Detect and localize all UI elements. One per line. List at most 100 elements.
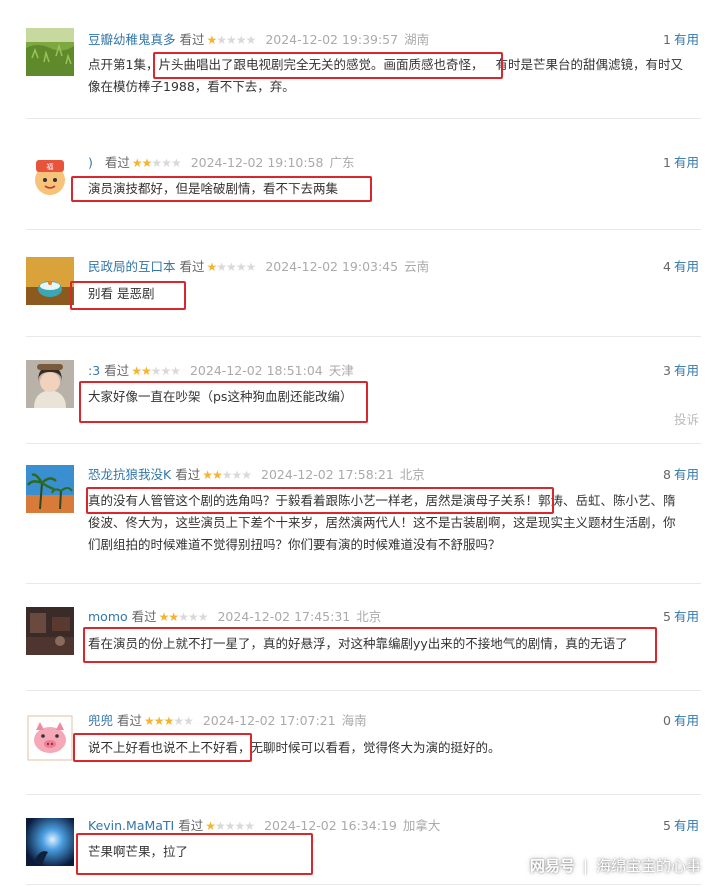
username-link[interactable]: :3 bbox=[88, 362, 100, 380]
avatar[interactable] bbox=[26, 28, 74, 76]
watch-status: 看过 bbox=[104, 155, 130, 170]
username-link[interactable]: 民政局的互口本 bbox=[88, 258, 176, 276]
username-link[interactable]: 恐龙抗狼我没K bbox=[88, 466, 171, 484]
useful-vote[interactable]: 3 有用 bbox=[663, 362, 699, 380]
divider bbox=[26, 690, 701, 691]
avatar[interactable] bbox=[26, 465, 74, 513]
watch-status: 看过 bbox=[117, 713, 143, 728]
useful-vote[interactable]: 4 有用 bbox=[663, 258, 699, 276]
avatar[interactable] bbox=[26, 360, 74, 408]
useful-count: 4 bbox=[663, 259, 671, 274]
useful-vote[interactable]: 1 有用 bbox=[663, 31, 699, 49]
useful-count: 5 bbox=[663, 818, 671, 833]
useful-label[interactable]: 有用 bbox=[674, 259, 699, 274]
useful-count: 3 bbox=[663, 363, 671, 378]
review-time: 2024-12-02 17:45:31 bbox=[217, 609, 351, 624]
useful-count: 5 bbox=[663, 609, 671, 624]
useful-count: 0 bbox=[663, 713, 671, 728]
username-link[interactable]: 兜兜 bbox=[88, 712, 113, 730]
review-meta: :3 看过 ★★ ★★★ 2024-12-02 18:51:04 天津 bbox=[88, 362, 354, 380]
divider bbox=[26, 443, 701, 444]
review-text: 别看 是恶剧 bbox=[88, 286, 155, 301]
review-text-highlighted: 说不上好看也说不上不好看， bbox=[88, 740, 251, 755]
review-location: 加拿大 bbox=[402, 818, 441, 833]
divider bbox=[26, 336, 701, 337]
watermark: 网易号 | 海绵宝宝的心事 bbox=[530, 855, 701, 876]
review-text-part: 有时是芒果台的甜偶滤镜，有时又 bbox=[495, 57, 683, 72]
review-text-part: 无聊时候可以看看，觉得佟大为演的挺好的。 bbox=[250, 740, 501, 755]
useful-vote[interactable]: 0 有用 bbox=[663, 712, 699, 730]
divider bbox=[26, 118, 701, 119]
review-meta: 兜兜 看过 ★★★ ★★ 2024-12-02 17:07:21 海南 bbox=[88, 712, 367, 730]
review-text-part: 点开第1集， bbox=[88, 57, 159, 72]
review-text: 看在演员的份上就不打一星了，真的好悬浮，对这种靠编剧yy出来的不接地气的剧情，真… bbox=[88, 636, 628, 651]
useful-label[interactable]: 有用 bbox=[674, 818, 699, 833]
useful-count: 1 bbox=[663, 155, 671, 170]
avatar[interactable] bbox=[26, 257, 74, 305]
useful-label[interactable]: 有用 bbox=[674, 467, 699, 482]
review-meta: Kevin.MaMaTI 看过 ★ ★★★★ 2024-12-02 16:34:1… bbox=[88, 817, 440, 835]
avatar[interactable] bbox=[26, 607, 74, 655]
rating-stars: ★★★★★ bbox=[158, 610, 209, 624]
review-location: 天津 bbox=[328, 363, 354, 378]
review-location: 北京 bbox=[356, 609, 382, 624]
useful-label[interactable]: 有用 bbox=[674, 155, 699, 170]
useful-count: 8 bbox=[663, 467, 671, 482]
review-text-highlighted: 真的没有人管管这个剧的选角吗？于毅看着跟陈小艺一样老，居然是演母子关系！ bbox=[88, 493, 539, 508]
useful-label[interactable]: 有用 bbox=[674, 713, 699, 728]
review-location: 北京 bbox=[399, 467, 425, 482]
useful-label[interactable]: 有用 bbox=[674, 32, 699, 47]
useful-label[interactable]: 有用 bbox=[674, 609, 699, 624]
review-location: 云南 bbox=[404, 259, 430, 274]
useful-count: 1 bbox=[663, 32, 671, 47]
review-text: 点开第1集，片头曲唱出了跟电视剧完全无关的感觉。画面质感也奇怪， 有时是芒果台的甜… bbox=[88, 54, 701, 98]
useful-vote[interactable]: 8 有用 bbox=[663, 466, 699, 484]
review-time: 2024-12-02 18:51:04 bbox=[189, 363, 323, 378]
avatar[interactable]: 福 bbox=[26, 152, 74, 200]
review-text: 说不上好看也说不上不好看，无聊时候可以看看，觉得佟大为演的挺好的。 bbox=[88, 737, 701, 759]
watch-status: 看过 bbox=[178, 818, 204, 833]
report-link[interactable]: 投诉 bbox=[674, 409, 699, 428]
username-link[interactable]: Kevin.MaMaTI bbox=[88, 817, 174, 835]
review-time: 2024-12-02 16:34:19 bbox=[264, 818, 397, 833]
useful-vote[interactable]: 5 有用 bbox=[663, 817, 699, 835]
divider bbox=[26, 583, 701, 584]
avatar[interactable] bbox=[26, 714, 74, 762]
review-meta: momo 看过 ★★ ★★★ 2024-12-02 17:45:31 北京 bbox=[88, 608, 381, 626]
review-text-highlighted: 片头曲唱出了跟电视剧完全无关的感觉。画面质感也奇怪， bbox=[158, 57, 484, 72]
review-meta: 豆瓣幼稚鬼真多 看过 ★ ★★★★ 2024-12-02 19:39:57 湖南 bbox=[88, 31, 429, 49]
rating-stars: ★★★★★ bbox=[206, 260, 257, 274]
username-link[interactable]: 豆瓣幼稚鬼真多 bbox=[88, 31, 176, 49]
useful-vote[interactable]: 1 有用 bbox=[663, 154, 699, 172]
review-time: 2024-12-02 17:07:21 bbox=[202, 713, 336, 728]
review-location: 海南 bbox=[341, 713, 367, 728]
username-link[interactable]: ) bbox=[88, 154, 93, 172]
rating-stars: ★★★★★ bbox=[131, 364, 181, 378]
review-text-part: 郭涛、岳虹、陈小艺、隋 bbox=[538, 493, 676, 508]
review-meta: 民政局的互口本 看过 ★ ★★★★ 2024-12-02 19:03:45 云南 bbox=[88, 258, 429, 276]
review-time: 2024-12-02 17:58:21 bbox=[261, 467, 394, 482]
divider bbox=[26, 884, 701, 885]
rating-stars: ★★★★★ bbox=[205, 819, 255, 833]
review-text: 演员演技都好，但是啥破剧情，看不下去两集 bbox=[88, 181, 339, 196]
watch-status: 看过 bbox=[104, 363, 130, 378]
review-location: 湖南 bbox=[404, 32, 430, 47]
rating-stars: ★★★★★ bbox=[131, 156, 182, 170]
review-text-line: 们剧组拍的时候难道不觉得别扭吗？你们要有演的时候难道没有不舒服吗？ bbox=[88, 537, 501, 552]
review-text: 真的没有人管管这个剧的选角吗？于毅看着跟陈小艺一样老，居然是演母子关系！郭涛、岳… bbox=[88, 490, 701, 556]
useful-vote[interactable]: 5 有用 bbox=[663, 608, 699, 626]
svg-text:福: 福 bbox=[47, 162, 54, 171]
watch-status: 看过 bbox=[179, 259, 205, 274]
review-time: 2024-12-02 19:03:45 bbox=[265, 259, 399, 274]
watermark-author: 海绵宝宝的心事 bbox=[595, 857, 701, 875]
avatar[interactable] bbox=[26, 818, 74, 866]
review-meta: 恐龙抗狼我没K 看过 ★★ ★★★ 2024-12-02 17:58:21 北京 bbox=[88, 466, 425, 484]
divider bbox=[26, 229, 701, 230]
watch-status: 看过 bbox=[131, 609, 157, 624]
watermark-logo: 网易号 bbox=[529, 857, 575, 875]
useful-label[interactable]: 有用 bbox=[674, 363, 699, 378]
watch-status: 看过 bbox=[175, 467, 201, 482]
username-link[interactable]: momo bbox=[88, 608, 128, 626]
watch-status: 看过 bbox=[179, 32, 205, 47]
review-meta: ) 看过 ★★ ★★★ 2024-12-02 19:10:58 广东 bbox=[88, 154, 354, 172]
